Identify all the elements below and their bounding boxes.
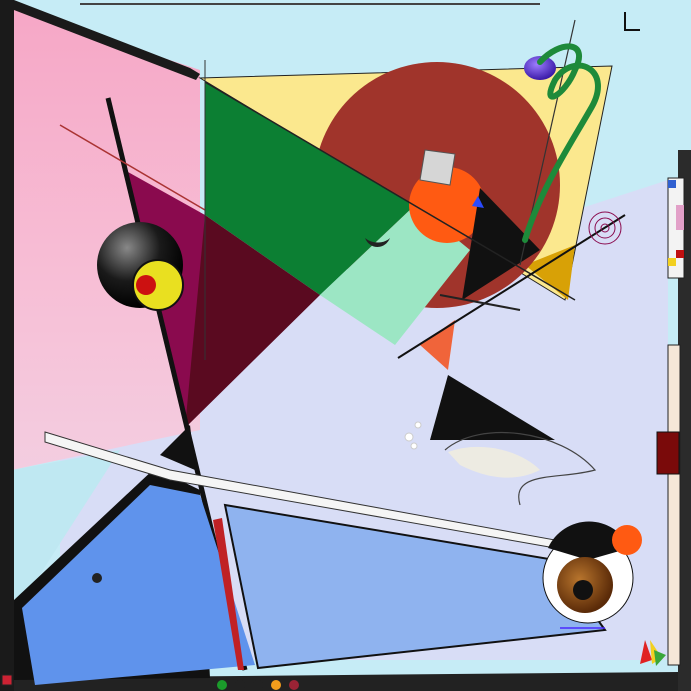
bottom-dot-dark-1: [235, 680, 245, 690]
right-color-red: [676, 250, 684, 258]
bubble-1: [404, 432, 414, 442]
small-dark-dot: [92, 573, 102, 583]
right-color-yellow: [668, 258, 676, 266]
orange-small-circle: [612, 525, 642, 555]
bottom-dot-dark-2: [253, 680, 263, 690]
dark-red-block: [656, 431, 680, 475]
bubble-3: [410, 442, 418, 450]
corner-mark: [1, 674, 13, 686]
bottom-dot-red: [289, 680, 299, 690]
right-color-pink: [676, 205, 684, 230]
eye-pupil: [573, 580, 593, 600]
red-dot: [136, 275, 156, 295]
right-color-blue: [668, 180, 676, 188]
bottom-dot-orange: [271, 680, 281, 690]
gray-square: [419, 149, 456, 186]
frame-left: [0, 0, 14, 691]
right-bar-lower: [667, 344, 681, 666]
abstract-artwork: [0, 0, 691, 691]
bottom-dot-green: [217, 680, 227, 690]
bubble-2: [414, 421, 422, 429]
